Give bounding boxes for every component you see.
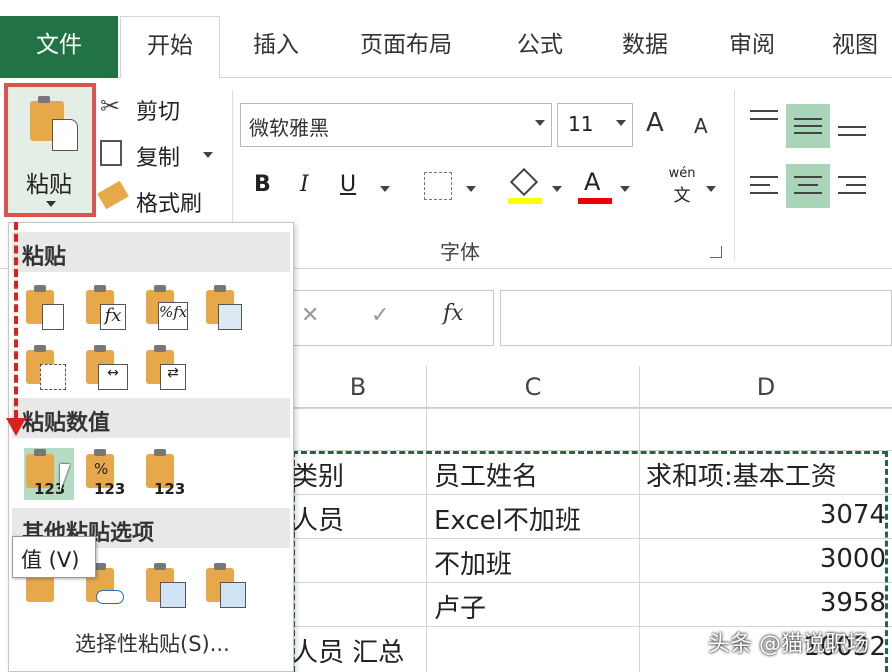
scissors-icon: ✂ bbox=[100, 92, 121, 120]
paste-picture-icon[interactable] bbox=[144, 562, 194, 614]
paste-linked-picture-icon[interactable] bbox=[204, 562, 254, 614]
tab-home[interactable]: 开始 bbox=[120, 16, 220, 79]
paste-label: 粘贴 bbox=[26, 172, 72, 198]
italic-button[interactable]: I bbox=[300, 172, 309, 197]
paste-keep-formatting-icon[interactable] bbox=[204, 282, 254, 334]
chevron-down-icon bbox=[535, 120, 545, 126]
copy-icon bbox=[100, 140, 122, 166]
align-center-button[interactable] bbox=[786, 164, 830, 208]
paste-special-menu-item[interactable]: 选择性粘贴(S)... bbox=[75, 628, 230, 658]
column-header-c[interactable]: C bbox=[427, 366, 639, 408]
chevron-down-icon bbox=[620, 186, 630, 192]
font-size-select[interactable]: 11 bbox=[557, 103, 633, 147]
paintbrush-icon bbox=[97, 180, 129, 210]
tab-view[interactable]: 视图 bbox=[818, 16, 892, 78]
shrink-font-button[interactable]: A bbox=[694, 114, 708, 138]
align-bottom-button[interactable] bbox=[830, 104, 874, 148]
paste-option-icon[interactable] bbox=[24, 282, 74, 334]
mouse-cursor-icon bbox=[60, 464, 70, 492]
underline-button[interactable]: U bbox=[340, 172, 356, 197]
formula-bar: ✕ ✓ fx bbox=[290, 290, 892, 346]
paint-bucket-icon bbox=[509, 167, 539, 197]
format-painter-label: 格式刷 bbox=[136, 192, 203, 217]
tooltip: 值 (V) bbox=[12, 536, 96, 578]
formula-input[interactable] bbox=[500, 290, 892, 346]
font-dialog-launcher-icon[interactable] bbox=[710, 246, 722, 258]
paste-formulas-number-format-icon[interactable]: %fx bbox=[144, 282, 194, 334]
grow-font-button[interactable]: A bbox=[646, 108, 664, 138]
font-group-label: 字体 bbox=[440, 240, 480, 264]
paste-button[interactable]: 粘贴 bbox=[4, 83, 96, 217]
font-name-select[interactable]: 微软雅黑 bbox=[240, 103, 552, 147]
bold-button[interactable]: B bbox=[254, 172, 271, 197]
cancel-icon[interactable]: ✕ bbox=[301, 303, 319, 328]
chevron-down-icon bbox=[46, 201, 56, 207]
align-top-button[interactable] bbox=[742, 100, 786, 144]
phonetic-button[interactable]: wén 文 bbox=[662, 166, 702, 206]
paste-values-number-format-icon[interactable]: % 123 bbox=[84, 448, 134, 500]
paste-keep-column-widths-icon[interactable]: ↔ bbox=[84, 342, 134, 394]
align-middle-button[interactable] bbox=[786, 104, 830, 148]
paste-values-section-header: 粘贴数值 bbox=[12, 398, 290, 438]
chevron-down-icon bbox=[552, 186, 562, 192]
font-color-button[interactable]: A bbox=[578, 168, 612, 204]
tab-formulas[interactable]: 公式 bbox=[500, 16, 580, 78]
ribbon-tab-bar: 文件 开始 插入 页面布局 公式 数据 审阅 视图 bbox=[0, 0, 892, 79]
chevron-down-icon bbox=[380, 186, 390, 192]
tab-review[interactable]: 审阅 bbox=[712, 16, 792, 78]
paste-values-source-formatting-icon[interactable]: 123 bbox=[144, 448, 194, 500]
tab-insert[interactable]: 插入 bbox=[236, 16, 316, 78]
paste-no-borders-icon[interactable] bbox=[24, 342, 74, 394]
cut-button[interactable]: ✂ 剪切 bbox=[98, 90, 218, 126]
align-left-button[interactable] bbox=[742, 164, 786, 208]
column-header-d[interactable]: D bbox=[640, 366, 892, 408]
arrow-down-icon bbox=[6, 418, 26, 436]
column-header-b[interactable]: B bbox=[290, 366, 426, 408]
cut-label: 剪切 bbox=[136, 100, 181, 125]
paste-formulas-icon[interactable]: fx bbox=[84, 282, 134, 334]
chevron-down-icon bbox=[203, 152, 213, 158]
paste-transpose-icon[interactable]: ⇄ bbox=[144, 342, 194, 394]
red-dashed-arrow bbox=[14, 222, 18, 418]
copy-button[interactable]: 复制 bbox=[98, 136, 223, 172]
watermark: 头条 @猫说职场 bbox=[708, 632, 869, 657]
fill-color-button[interactable] bbox=[508, 167, 542, 204]
align-right-button[interactable] bbox=[830, 164, 874, 208]
paste-section-header: 粘贴 bbox=[12, 232, 290, 272]
tab-file[interactable]: 文件 bbox=[0, 16, 118, 78]
insert-function-icon[interactable]: fx bbox=[443, 301, 464, 326]
tab-page-layout[interactable]: 页面布局 bbox=[346, 16, 466, 78]
chevron-down-icon bbox=[466, 186, 476, 192]
copy-label: 复制 bbox=[136, 146, 181, 171]
chevron-down-icon bbox=[616, 120, 626, 126]
tab-data[interactable]: 数据 bbox=[605, 16, 685, 78]
chevron-down-icon bbox=[706, 186, 716, 192]
borders-button[interactable] bbox=[424, 172, 452, 200]
enter-icon[interactable]: ✓ bbox=[371, 303, 389, 328]
format-painter-button[interactable]: 格式刷 bbox=[97, 180, 223, 218]
